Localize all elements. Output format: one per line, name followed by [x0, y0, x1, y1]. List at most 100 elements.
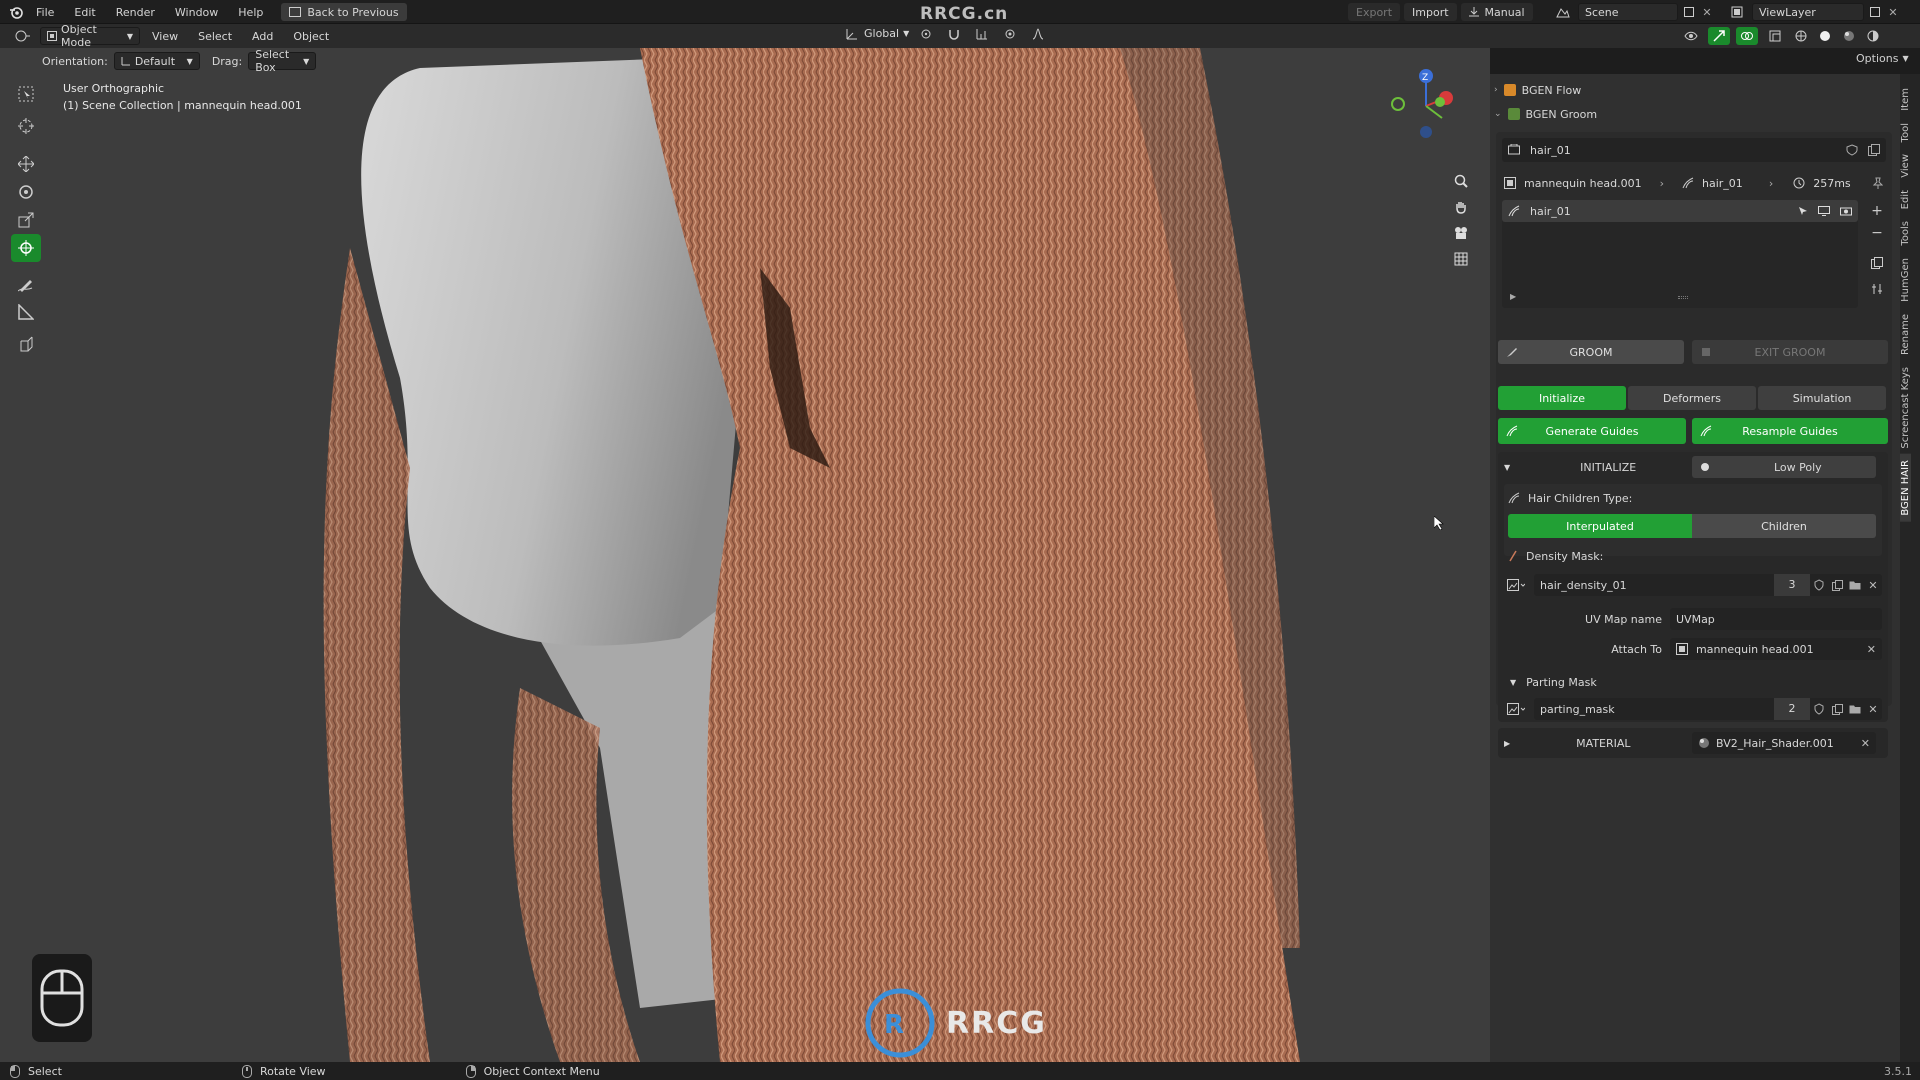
menu-file[interactable]: File [26, 0, 64, 24]
viewport-display-icon[interactable] [1818, 206, 1830, 216]
vtab-item[interactable]: Item [1900, 82, 1911, 117]
fake-user-shield-icon[interactable] [1810, 703, 1828, 715]
select-arrow-icon[interactable] [1798, 206, 1808, 216]
hair-system-list[interactable]: hair_01 ▶ [1502, 200, 1858, 308]
blender-logo-icon[interactable] [6, 0, 26, 24]
solid-shading-icon[interactable] [1816, 30, 1834, 42]
3d-viewport[interactable]: R RRCG User Orthographic (1) Scene Colle… [0, 48, 1490, 1062]
mode-selector[interactable]: Object Mode ▼ [40, 23, 140, 49]
uv-map-field[interactable]: UVMap [1670, 608, 1882, 630]
ortho-grid-icon[interactable] [1448, 246, 1474, 272]
delete-scene-icon[interactable]: ✕ [1700, 6, 1714, 19]
material-shading-icon[interactable] [1840, 30, 1858, 42]
options-menu[interactable]: Options ▼ [1856, 52, 1909, 65]
exit-groom-button[interactable]: EXIT GROOM [1692, 340, 1888, 364]
generate-guides-button[interactable]: Generate Guides [1498, 418, 1686, 444]
xray-icon[interactable] [1764, 30, 1786, 42]
render-camera-icon[interactable] [1840, 206, 1852, 216]
duplicate-icon[interactable] [1868, 144, 1880, 156]
visibility-icon[interactable] [1680, 31, 1702, 41]
cursor-tool[interactable] [11, 112, 41, 140]
overlay-toggle-icon[interactable] [1736, 27, 1758, 45]
vtab-bgen-hair[interactable]: BGEN HAIR [1900, 454, 1911, 523]
menu-object[interactable]: Object [285, 30, 337, 43]
duplicate-icon[interactable] [1828, 579, 1846, 591]
parting-mask-header[interactable]: ▼ Parting Mask [1510, 672, 1597, 692]
gizmo-toggle-icon[interactable] [1708, 27, 1730, 45]
rotate-tool[interactable] [11, 178, 41, 206]
manual-button[interactable]: Manual [1460, 3, 1533, 21]
menu-select[interactable]: Select [190, 30, 240, 43]
vtab-screencast-keys[interactable]: Screencast Keys [1900, 361, 1911, 455]
resample-guides-button[interactable]: Resample Guides [1692, 418, 1888, 444]
zoom-icon[interactable] [1448, 168, 1474, 194]
back-to-previous-button[interactable]: Back to Previous [281, 3, 407, 21]
remove-item-icon[interactable]: − [1866, 222, 1888, 244]
falloff-icon[interactable] [1027, 27, 1049, 40]
add-cube-tool[interactable] [11, 330, 41, 358]
menu-help[interactable]: Help [228, 0, 273, 24]
wireframe-shading-icon[interactable] [1792, 30, 1810, 42]
close-icon[interactable]: ✕ [1867, 643, 1876, 656]
new-scene-icon[interactable] [1682, 7, 1696, 17]
vtab-tool[interactable]: Tool [1900, 117, 1911, 148]
scene-selector[interactable]: Scene [1578, 3, 1678, 21]
proportional-edit-icon[interactable] [999, 28, 1021, 40]
vtab-tools[interactable]: Tools [1900, 215, 1911, 252]
vtab-view[interactable]: View [1900, 148, 1911, 184]
vtab-edit[interactable]: Edit [1900, 184, 1911, 215]
move-tool[interactable] [11, 150, 41, 178]
interpulated-option[interactable]: Interpulated [1508, 514, 1692, 538]
close-icon[interactable]: ✕ [1861, 737, 1870, 750]
low-poly-toggle[interactable]: Low Poly [1692, 456, 1876, 478]
parting-texture-selector[interactable]: parting_mask 2 ✕ [1504, 698, 1882, 720]
viewlayer-icon[interactable] [1726, 6, 1748, 18]
measure-tool[interactable] [11, 298, 41, 326]
list-resize-handle[interactable] [1678, 296, 1688, 299]
list-expand-icon[interactable]: ▶ [1510, 292, 1516, 301]
rendered-shading-icon[interactable] [1864, 30, 1882, 42]
transform-tool[interactable] [11, 234, 41, 262]
open-folder-icon[interactable] [1846, 580, 1864, 590]
groom-button[interactable]: GROOM [1498, 340, 1684, 364]
tab-initialize[interactable]: Initialize [1498, 386, 1626, 410]
viewlayer-selector[interactable]: ViewLayer [1752, 3, 1864, 21]
attach-to-field[interactable]: mannequin head.001 ✕ [1670, 638, 1882, 660]
menu-render[interactable]: Render [106, 0, 165, 24]
snap-increment-icon[interactable] [971, 28, 993, 40]
fake-user-shield-icon[interactable] [1810, 579, 1828, 591]
close-icon[interactable]: ✕ [1864, 579, 1882, 592]
material-selector[interactable]: BV2_Hair_Shader.001 ✕ [1692, 732, 1876, 754]
duplicate-icon[interactable] [1828, 703, 1846, 715]
snap-icon[interactable] [943, 28, 965, 40]
vtab-humgen[interactable]: HumGen [1900, 252, 1911, 308]
camera-view-icon[interactable] [1448, 220, 1474, 246]
menu-edit[interactable]: Edit [64, 0, 105, 24]
material-header[interactable]: ▶ MATERIAL [1504, 732, 1684, 754]
fake-user-shield-icon[interactable] [1846, 144, 1858, 156]
menu-view[interactable]: View [144, 30, 186, 43]
orientation-selector[interactable]: Default ▼ [113, 52, 200, 70]
editor-type-icon[interactable] [10, 27, 36, 45]
scene-icon[interactable] [1552, 6, 1574, 18]
density-texture-selector[interactable]: hair_density_01 3 ✕ [1504, 574, 1882, 596]
add-item-icon[interactable]: + [1866, 200, 1888, 222]
pan-hand-icon[interactable] [1448, 194, 1474, 220]
section-bgen-groom[interactable]: ⌄ BGEN Groom [1490, 104, 1900, 124]
density-users-count[interactable]: 3 [1774, 574, 1810, 596]
hair-tools-icon[interactable] [1866, 276, 1888, 302]
export-button[interactable]: Export [1348, 3, 1401, 21]
close-icon[interactable]: ✕ [1864, 703, 1882, 716]
initialize-header[interactable]: ▼ INITIALIZE [1504, 456, 1684, 478]
select-box-tool[interactable] [11, 80, 41, 108]
new-viewlayer-icon[interactable] [1868, 7, 1882, 17]
annotate-tool[interactable] [11, 270, 41, 298]
import-button[interactable]: Import [1404, 3, 1457, 21]
delete-viewlayer-icon[interactable]: ✕ [1886, 6, 1900, 19]
copy-item-icon[interactable] [1866, 250, 1888, 276]
section-bgen-flow[interactable]: › BGEN Flow [1490, 80, 1900, 100]
open-folder-icon[interactable] [1846, 704, 1864, 714]
tab-deformers[interactable]: Deformers [1628, 386, 1756, 410]
tab-simulation[interactable]: Simulation [1758, 386, 1886, 410]
children-option[interactable]: Children [1692, 514, 1876, 538]
